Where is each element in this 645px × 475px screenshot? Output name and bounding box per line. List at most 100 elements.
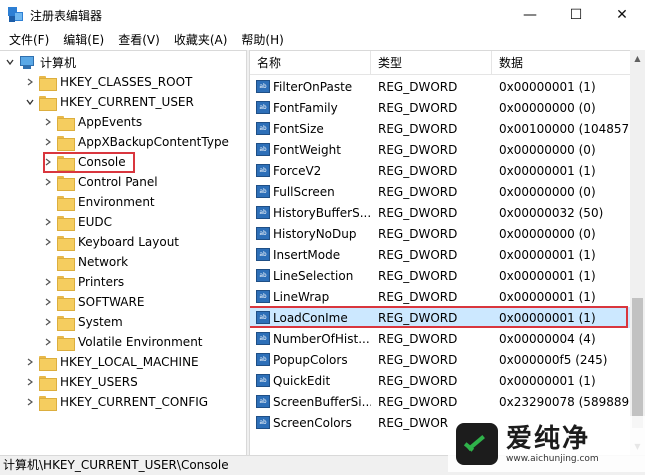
- value-type: REG_DWORD: [378, 121, 458, 136]
- menu-favorites[interactable]: 收藏夹(A): [167, 30, 235, 50]
- value-name: HistoryBufferS...: [273, 205, 371, 220]
- tree-item-label: SOFTWARE: [78, 295, 145, 309]
- list-item[interactable]: ab NumberOfHist... REG_DWORD 0x00000004 (4): [250, 328, 630, 349]
- tree-item-appevents[interactable]: AppEvents: [42, 112, 142, 132]
- list-item[interactable]: ab LineSelection REG_DWORD 0x00000001 (1): [250, 265, 630, 286]
- chevron-right-icon[interactable]: [24, 352, 36, 372]
- menu-view[interactable]: 查看(V): [111, 30, 167, 50]
- scroll-up-icon[interactable]: ▲: [630, 50, 645, 67]
- tree-item-hkey-current-config[interactable]: HKEY_CURRENT_CONFIG: [24, 392, 208, 412]
- value-name: LineSelection: [273, 268, 354, 283]
- folder-icon: [57, 215, 75, 231]
- reg-binary-value-icon: ab: [256, 80, 270, 93]
- value-data: 0x00000001 (1): [499, 373, 596, 388]
- values-list[interactable]: 名称 类型 数据 ab FilterOnPaste REG_DWORD 0x00000…: [250, 50, 645, 455]
- watermark-name: 爱纯净: [506, 424, 591, 454]
- tree-item-network[interactable]: Network: [42, 252, 128, 272]
- tree-item-system[interactable]: System: [42, 312, 123, 332]
- chevron-right-icon[interactable]: [42, 172, 54, 192]
- tree-item-control-panel[interactable]: Control Panel: [42, 172, 158, 192]
- tree-item-environment[interactable]: Environment: [42, 192, 155, 212]
- list-item[interactable]: ab HistoryNoDup REG_DWORD 0x00000000 (0): [250, 223, 630, 244]
- value-data: 0x00000000 (0): [499, 226, 596, 241]
- value-name: LineWrap: [273, 289, 330, 304]
- column-header-type[interactable]: 类型: [371, 51, 492, 75]
- value-data: 0x00000000 (0): [499, 100, 596, 115]
- chevron-right-icon[interactable]: [24, 372, 36, 392]
- tree-item-hkey-users[interactable]: HKEY_USERS: [24, 372, 138, 392]
- reg-binary-value-icon: ab: [256, 353, 270, 366]
- watermark-logo-icon: [456, 423, 498, 465]
- tree-item-eudc[interactable]: EUDC: [42, 212, 112, 232]
- tree-item-hkey-classes-root[interactable]: HKEY_CLASSES_ROOT: [24, 72, 192, 92]
- tree-item-volatile-environment[interactable]: Volatile Environment: [42, 332, 203, 352]
- value-data: 0x00000004 (4): [499, 331, 596, 346]
- value-data: 0x23290078 (58988965: [499, 394, 630, 409]
- maximize-button[interactable]: ☐: [553, 0, 599, 30]
- title-bar[interactable]: 注册表编辑器 — ☐ ✕: [0, 0, 645, 30]
- menu-file[interactable]: 文件(F): [2, 30, 56, 50]
- list-item[interactable]: ab FontFamily REG_DWORD 0x00000000 (0): [250, 97, 630, 118]
- value-data: 0x00000000 (0): [499, 142, 596, 157]
- tree-item-computer[interactable]: 计算机: [4, 52, 76, 72]
- chevron-right-icon[interactable]: [42, 132, 54, 152]
- list-item[interactable]: ab FilterOnPaste REG_DWORD 0x00000001 (1): [250, 76, 630, 97]
- chevron-right-icon[interactable]: [24, 392, 36, 412]
- list-item[interactable]: ab FontSize REG_DWORD 0x00100000 (1048576): [250, 118, 630, 139]
- chevron-right-icon[interactable]: [42, 292, 54, 312]
- tree-item-label: HKEY_USERS: [60, 375, 138, 389]
- folder-icon: [57, 195, 75, 211]
- folder-icon: [57, 115, 75, 131]
- tree-item-label: HKEY_LOCAL_MACHINE: [60, 355, 199, 369]
- tree-item-hkey-current-user[interactable]: HKEY_CURRENT_USER: [24, 92, 194, 112]
- list-item[interactable]: ab FontWeight REG_DWORD 0x00000000 (0): [250, 139, 630, 160]
- chevron-right-icon[interactable]: [42, 332, 54, 352]
- folder-icon: [57, 175, 75, 191]
- close-button[interactable]: ✕: [599, 0, 645, 30]
- menu-help[interactable]: 帮助(H): [234, 30, 290, 50]
- vertical-scrollbar[interactable]: ▲ ▼: [630, 50, 645, 455]
- folder-icon: [57, 235, 75, 251]
- tree-item-hkey-local-machine[interactable]: HKEY_LOCAL_MACHINE: [24, 352, 199, 372]
- watermark-url: www.aichunjing.com: [506, 454, 599, 464]
- regedit-app-icon: [8, 7, 24, 23]
- tree-item-label: Volatile Environment: [78, 335, 203, 349]
- list-item[interactable]: ab ScreenBufferSi... REG_DWORD 0x23290078 (…: [250, 391, 630, 412]
- folder-icon: [57, 315, 75, 331]
- tree-item-label: 计算机: [40, 55, 77, 70]
- tree-item-label: Environment: [78, 195, 155, 209]
- chevron-right-icon[interactable]: [24, 72, 36, 92]
- chevron-right-icon[interactable]: [42, 312, 54, 332]
- chevron-right-icon[interactable]: [42, 112, 54, 132]
- value-name: ScreenColors: [273, 415, 352, 430]
- chevron-right-icon[interactable]: [42, 232, 54, 252]
- chevron-down-icon[interactable]: [4, 52, 16, 72]
- list-item[interactable]: ab QuickEdit REG_DWORD 0x00000001 (1): [250, 370, 630, 391]
- column-header-name[interactable]: 名称: [250, 51, 371, 75]
- menu-bar: 文件(F) 编辑(E) 查看(V) 收藏夹(A) 帮助(H): [0, 30, 645, 50]
- tree-item-printers[interactable]: Printers: [42, 272, 124, 292]
- list-item[interactable]: ab HistoryBufferS... REG_DWORD 0x00000032 (…: [250, 202, 630, 223]
- close-icon: ✕: [616, 7, 628, 23]
- value-name: FilterOnPaste: [273, 79, 353, 94]
- minimize-button[interactable]: —: [507, 0, 553, 30]
- list-item[interactable]: ab ForceV2 REG_DWORD 0x00000001 (1): [250, 160, 630, 181]
- tree-item-appxbackupcontenttype[interactable]: AppXBackupContentType: [42, 132, 229, 152]
- list-item[interactable]: ab FullScreen REG_DWORD 0x00000000 (0): [250, 181, 630, 202]
- tree-item-keyboard-layout[interactable]: Keyboard Layout: [42, 232, 179, 252]
- menu-edit[interactable]: 编辑(E): [56, 30, 111, 50]
- value-name: QuickEdit: [273, 373, 331, 388]
- chevron-right-icon[interactable]: [42, 272, 54, 292]
- scroll-thumb[interactable]: [632, 298, 643, 428]
- registry-tree[interactable]: 计算机 HKEY_CLASSES_ROOT HKEY_CURRENT_USER App…: [0, 50, 246, 455]
- reg-binary-value-icon: ab: [256, 332, 270, 345]
- list-item[interactable]: ab LoadConIme REG_DWORD 0x00000001 (1): [250, 306, 630, 328]
- chevron-right-icon[interactable]: [42, 212, 54, 232]
- tree-item-software[interactable]: SOFTWARE: [42, 292, 144, 312]
- list-item[interactable]: ab LineWrap REG_DWORD 0x00000001 (1): [250, 286, 630, 307]
- chevron-down-icon[interactable]: [24, 92, 36, 112]
- reg-binary-value-icon: ab: [256, 416, 270, 429]
- column-header-data[interactable]: 数据: [492, 51, 630, 75]
- list-item[interactable]: ab InsertMode REG_DWORD 0x00000001 (1): [250, 244, 630, 265]
- list-item[interactable]: ab PopupColors REG_DWORD 0x000000f5 (245): [250, 349, 630, 370]
